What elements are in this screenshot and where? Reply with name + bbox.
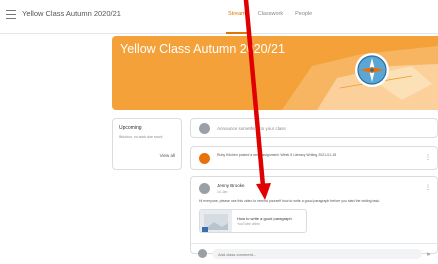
- annotation-arrow: [243, 0, 271, 200]
